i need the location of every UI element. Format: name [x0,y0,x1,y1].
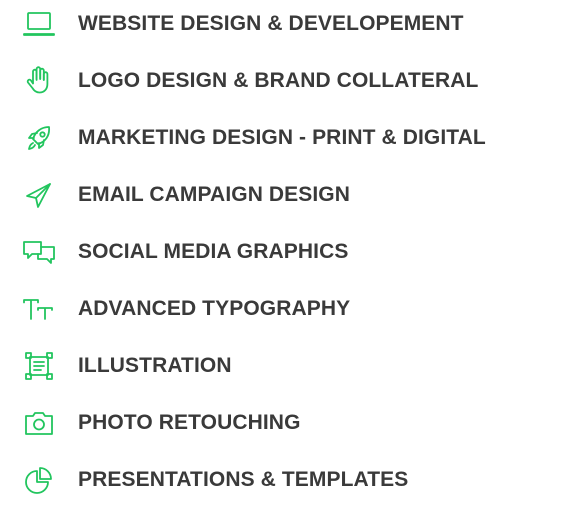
list-item: PHOTO RETOUCHING [0,403,582,443]
service-label: WEBSITE DESIGN & DEVELOPEMENT [78,12,464,35]
list-item: ADVANCED TYPOGRAPHY [0,289,582,329]
list-item: ILLUSTRATION [0,346,582,386]
service-label: LOGO DESIGN & BRAND COLLATERAL [78,69,479,92]
service-label: PRESENTATIONS & TEMPLATES [78,468,409,491]
camera-icon [21,405,57,441]
list-item: LOGO DESIGN & BRAND COLLATERAL [0,61,582,101]
list-item: PRESENTATIONS & TEMPLATES [0,460,582,500]
list-item: WEBSITE DESIGN & DEVELOPEMENT [0,4,582,44]
paper-plane-icon [21,177,57,213]
vector-frame-icon [21,348,57,384]
service-label: ADVANCED TYPOGRAPHY [78,297,351,320]
list-item: EMAIL CAMPAIGN DESIGN [0,175,582,215]
service-label: MARKETING DESIGN - PRINT & DIGITAL [78,126,486,149]
services-list: WEBSITE DESIGN & DEVELOPEMENT LOGO DESIG… [0,0,582,526]
service-label: SOCIAL MEDIA GRAPHICS [78,240,349,263]
service-label: EMAIL CAMPAIGN DESIGN [78,183,351,206]
hand-icon [21,63,57,99]
rocket-icon [21,120,57,156]
list-item: MARKETING DESIGN - PRINT & DIGITAL [0,118,582,158]
service-label: PHOTO RETOUCHING [78,411,301,434]
pie-chart-icon [21,462,57,498]
chat-bubbles-icon [21,234,57,270]
laptop-icon [21,6,57,42]
service-label: ILLUSTRATION [78,354,232,377]
text-size-icon [21,291,57,327]
list-item: SOCIAL MEDIA GRAPHICS [0,232,582,272]
